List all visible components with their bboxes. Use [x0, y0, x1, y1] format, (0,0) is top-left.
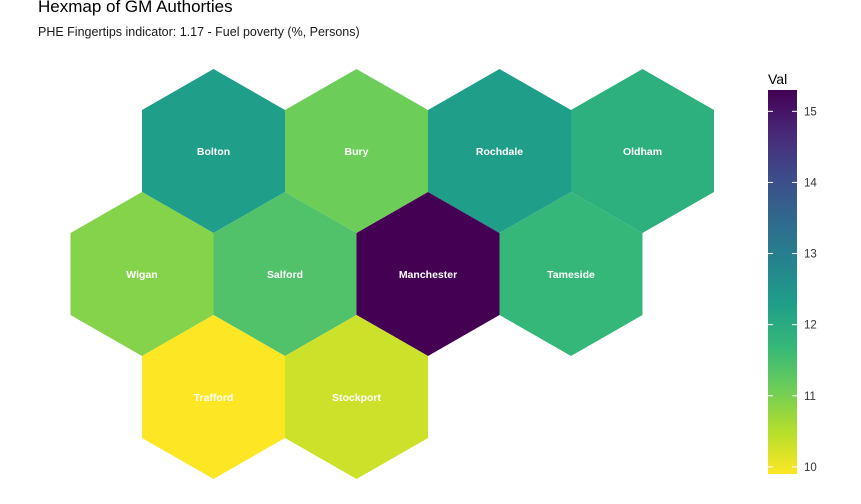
legend: Val 10 11 12 13 14 15 — [768, 71, 817, 474]
legend-tick-label: 12 — [804, 320, 817, 332]
hex-label: Oldham — [623, 146, 662, 158]
hex-label: Stockport — [332, 392, 382, 404]
hex-label: Trafford — [194, 392, 234, 404]
hex-layer: Bolton Bury Rochdale Oldham Wigan Salford Manc… — [70, 69, 714, 479]
hex-label: Wigan — [126, 269, 157, 281]
hex-label: Salford — [267, 269, 303, 281]
legend-tick-label: 10 — [804, 462, 817, 474]
hex-label: Tameside — [547, 269, 595, 281]
hexmap-plot: Bolton Bury Rochdale Oldham Wigan Salford Manc… — [70, 69, 817, 479]
legend-title: Val — [768, 71, 787, 87]
legend-tick-label: 14 — [804, 177, 817, 189]
legend-tick-label: 15 — [804, 106, 817, 118]
hex-label: Manchester — [399, 269, 457, 281]
legend-tick-label: 13 — [804, 249, 817, 261]
hex-label: Rochdale — [476, 146, 523, 158]
hex-label: Bolton — [197, 146, 230, 158]
legend-tick-label: 11 — [804, 391, 816, 403]
legend-colorbar — [768, 90, 797, 474]
hex-label: Bury — [345, 146, 369, 158]
